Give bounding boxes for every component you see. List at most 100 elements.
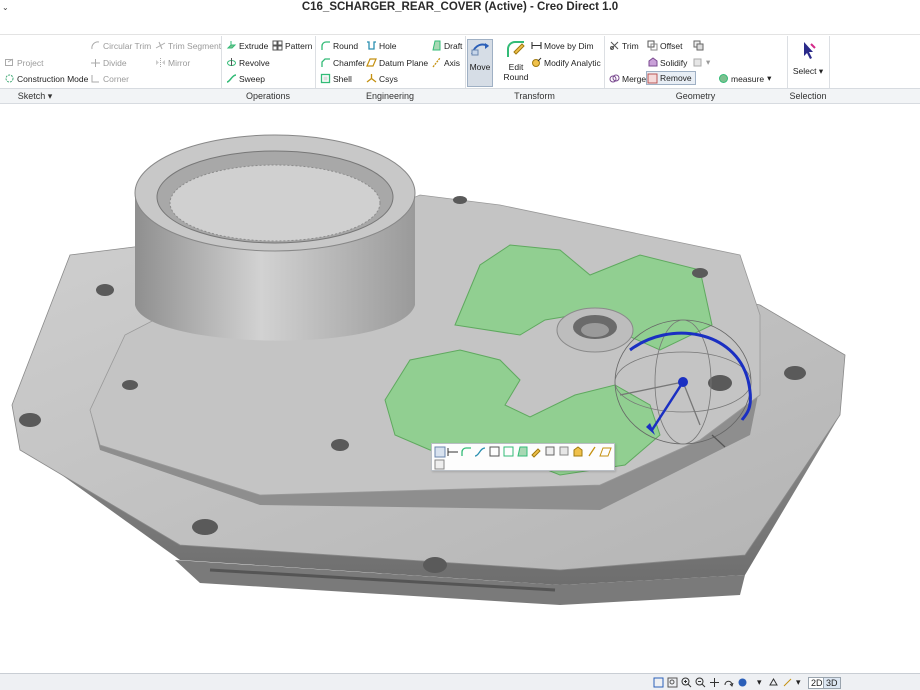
construction-mode-button[interactable]: Construction Mode [4, 72, 88, 85]
axis-button[interactable]: Axis [431, 56, 460, 69]
corner-icon [90, 73, 101, 84]
edit-round-label-2: Round [503, 72, 529, 82]
sketch-group-label[interactable]: Sketch ▾ [0, 91, 70, 102]
project-icon [4, 57, 15, 68]
copy-geometry-icon [693, 40, 704, 51]
solidify-button[interactable]: Solidify [647, 56, 687, 69]
edit-round-label-1: Edit [508, 62, 524, 72]
zoom-in-icon[interactable] [681, 677, 692, 688]
extrude-button[interactable]: Extrude [226, 39, 268, 52]
part-model[interactable] [0, 105, 920, 673]
extrude-label: Extrude [239, 40, 269, 51]
mirror-button[interactable]: Mirror [155, 56, 190, 69]
center-hole-inner [581, 323, 609, 337]
project-label: Project [17, 57, 44, 68]
mini-move-icon[interactable] [434, 446, 446, 458]
refit-icon[interactable] [653, 677, 664, 688]
trim-segment-button[interactable]: Trim Segment [155, 39, 221, 52]
offset-button[interactable]: Offset [647, 39, 683, 52]
datum-display-icon[interactable] [782, 677, 793, 688]
render-style-icon[interactable] [737, 677, 748, 688]
mini-datum-plane-icon[interactable] [599, 447, 612, 457]
draft-icon [431, 40, 442, 51]
trim-icon [609, 40, 620, 51]
chamfer-button[interactable]: Chamfer [320, 56, 366, 69]
chamfer-label: Chamfer [333, 57, 366, 68]
merge-button[interactable]: Merge [609, 72, 646, 85]
merge-label: Merge [622, 73, 647, 84]
shell-button[interactable]: Shell [320, 72, 352, 85]
remove-label: Remove [660, 73, 692, 83]
trim-segment-icon [155, 40, 166, 51]
zoom-out-icon[interactable] [695, 677, 706, 688]
measure-button[interactable]: measure ▾ [718, 72, 771, 85]
measure-label: measure [731, 73, 765, 84]
mini-pattern-icon[interactable] [489, 446, 500, 457]
select-button[interactable]: Select ▾ [788, 40, 828, 86]
view-3d-button[interactable]: 3D [823, 677, 841, 689]
mini-round-icon[interactable] [461, 447, 471, 456]
trim-button[interactable]: Trim [609, 39, 639, 52]
mini-copy-icon[interactable] [559, 446, 569, 456]
geometry-more-button[interactable]: ▾ [693, 56, 710, 69]
trim-label: Trim [622, 40, 639, 51]
zoom-window-icon[interactable] [667, 677, 678, 688]
divide-button[interactable]: Divide [90, 56, 127, 69]
csys-button[interactable]: Csys [366, 72, 398, 85]
project-button[interactable]: Project [4, 56, 43, 69]
edit-round-button[interactable]: Edit Round [500, 39, 532, 87]
round-icon [320, 40, 331, 51]
mini-more-icon[interactable] [434, 459, 445, 470]
remove-icon [647, 73, 658, 84]
copy-geometry-button[interactable] [693, 39, 706, 52]
datum-plane-button[interactable]: Datum Plane [366, 56, 428, 69]
mini-edit-round-icon[interactable] [531, 448, 541, 458]
spin-icon[interactable] [723, 677, 734, 688]
mini-shell-icon[interactable] [503, 446, 514, 457]
mini-solidify-icon[interactable] [573, 446, 583, 457]
shell-icon [320, 73, 331, 84]
solidify-label: Solidify [660, 57, 688, 68]
geometry-more-icon [693, 57, 704, 68]
cylinder-bore-inner [169, 164, 381, 242]
mini-draft-icon[interactable] [517, 446, 528, 457]
round-button[interactable]: Round [320, 39, 358, 52]
operations-group-label: Operations [245, 91, 291, 101]
edit-round-icon [507, 41, 525, 57]
mini-offset-icon[interactable] [545, 446, 555, 456]
remove-button[interactable]: Remove [646, 71, 696, 85]
mini-sweep-icon[interactable] [474, 447, 486, 457]
transform-group-label: Transform [514, 91, 555, 101]
mini-move-by-dim-icon[interactable] [447, 448, 458, 456]
axis-icon [431, 57, 442, 68]
csys-icon [366, 73, 377, 84]
merge-icon [609, 73, 620, 84]
sweep-button[interactable]: Sweep [226, 72, 265, 85]
draft-button[interactable]: Draft [431, 39, 462, 52]
corner-button[interactable]: Corner [90, 72, 129, 85]
modify-analytic-button[interactable]: Modify Analytic [531, 56, 601, 69]
view-orientation-icon[interactable] [768, 677, 779, 688]
pan-icon[interactable] [709, 677, 720, 688]
dropdown-arrow-icon: ▾ [818, 66, 824, 76]
mini-axis-icon[interactable] [588, 446, 596, 457]
view-dropdown-arrow-icon[interactable]: ▾ [796, 677, 801, 688]
pattern-button[interactable]: Pattern [272, 39, 312, 52]
divide-icon [90, 57, 101, 68]
render-dropdown-arrow-icon[interactable]: ▾ [757, 677, 762, 688]
extrude-icon [226, 40, 237, 51]
move-by-dim-button[interactable]: Move by Dim [531, 39, 594, 52]
sweep-icon [226, 73, 237, 84]
mini-toolbar [431, 443, 615, 471]
draft-label: Draft [444, 40, 463, 51]
graphics-viewport[interactable] [0, 105, 920, 673]
revolve-button[interactable]: Revolve [226, 56, 270, 69]
move-button[interactable]: Move [467, 39, 493, 87]
move-by-dim-label: Move by Dim [544, 40, 594, 51]
circular-trim-button[interactable]: Circular Trim [90, 39, 151, 52]
offset-icon [647, 40, 658, 51]
corner-label: Corner [103, 73, 129, 84]
trim-segment-label: Trim Segment [168, 40, 222, 51]
hole-button[interactable]: Hole [366, 39, 396, 52]
dropdown-arrow-icon: ▾ [767, 73, 772, 83]
